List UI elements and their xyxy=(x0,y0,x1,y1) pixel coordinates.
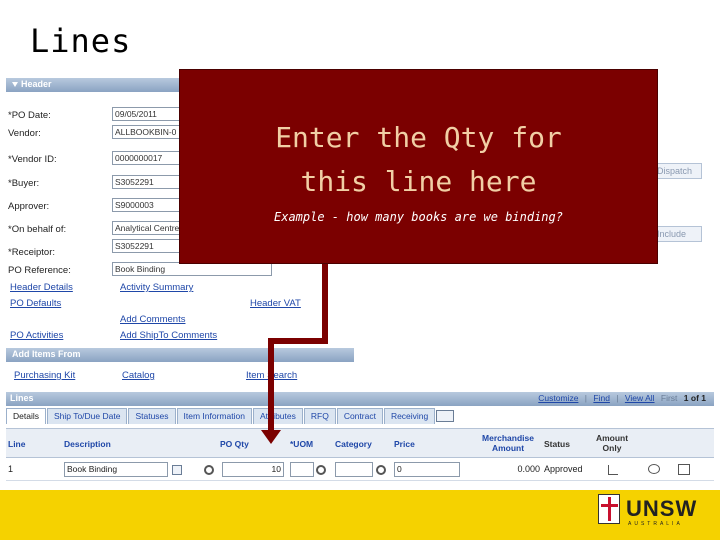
tab-item-information[interactable]: Item Information xyxy=(176,408,252,424)
nav-separator: | xyxy=(584,393,588,403)
line-number: 1 xyxy=(8,464,14,474)
tab-statuses[interactable]: Statuses xyxy=(128,408,176,424)
tab-attributes[interactable]: Attributes xyxy=(252,408,303,424)
search-icon[interactable] xyxy=(316,465,326,475)
lines-bar: Lines Customize | Find | View All First … xyxy=(6,392,714,406)
po-qty-field[interactable]: 10 xyxy=(222,462,284,477)
customize-link[interactable]: Customize xyxy=(538,393,578,403)
on-behalf-of-label: *On behalf of: xyxy=(8,224,67,235)
vendor-id-field[interactable]: 0000000017 xyxy=(112,151,182,165)
tab-ship-to-due-date[interactable]: Ship To/Due Date xyxy=(46,408,128,424)
comment-icon[interactable] xyxy=(648,464,660,474)
approver-label: Approver: xyxy=(8,201,50,212)
dispatch-button[interactable]: Dispatch xyxy=(652,163,702,179)
slide-title: Lines xyxy=(30,22,132,60)
vendor-label: Vendor: xyxy=(8,128,41,139)
callout-headline-line1: Enter the Qty for xyxy=(275,121,562,154)
vendor-id-label: *Vendor ID: xyxy=(8,154,57,165)
unsw-crest-icon xyxy=(598,494,620,524)
col-po-qty: PO Qty xyxy=(220,439,249,449)
price-field[interactable]: 0 xyxy=(394,462,460,477)
nav-separator: | xyxy=(616,393,619,403)
col-uom: *UOM xyxy=(290,439,314,449)
unsw-logo: UNSW AUSTRALIA xyxy=(598,494,708,534)
expand-description-icon[interactable] xyxy=(172,465,182,475)
tab-details[interactable]: Details xyxy=(6,408,46,424)
callout-example: Example - how many books are we binding? xyxy=(274,210,563,224)
collapse-triangle-icon[interactable] xyxy=(12,82,18,88)
amount-only-checkbox[interactable] xyxy=(608,465,618,475)
tab-rfq[interactable]: RFQ xyxy=(303,408,336,424)
lines-nav: Customize | Find | View All First 1 of 1 xyxy=(534,393,706,403)
lines-title: Lines xyxy=(10,393,34,403)
header-vat-link[interactable]: Header VAT xyxy=(250,298,301,309)
first-link[interactable]: First xyxy=(661,393,678,403)
po-date-label: *PO Date: xyxy=(8,110,51,121)
add-comments-link[interactable]: Add Comments xyxy=(120,314,185,325)
category-field[interactable] xyxy=(335,462,373,477)
uom-field[interactable] xyxy=(290,462,314,477)
catalog-link[interactable]: Catalog xyxy=(122,370,155,381)
callout-arrow-segment xyxy=(268,338,274,434)
item-lookup-icon[interactable] xyxy=(204,465,214,475)
po-reference-field[interactable]: Book Binding xyxy=(112,262,272,276)
search-icon[interactable] xyxy=(376,465,386,475)
callout-arrow-segment xyxy=(268,338,328,344)
add-items-title: Add Items From xyxy=(12,349,81,359)
col-amount-only: Amount Only xyxy=(595,433,629,453)
add-items-bar: Add Items From xyxy=(6,348,354,362)
lines-grid-header: Line Description PO Qty *UOM Category Pr… xyxy=(6,428,714,458)
view-all-link[interactable]: View All xyxy=(625,393,655,403)
header-details-link[interactable]: Header Details xyxy=(10,282,73,293)
buyer-label: *Buyer: xyxy=(8,178,40,189)
edit-schedule-icon[interactable] xyxy=(678,464,690,475)
header-section-title: Header xyxy=(21,79,52,89)
buyer-field[interactable]: S3052291 xyxy=(112,175,182,189)
callout-headline: Enter the Qty for this line here xyxy=(180,116,657,204)
callout-headline-line2: this line here xyxy=(300,165,537,198)
po-date-field[interactable]: 09/05/2011 xyxy=(112,107,182,121)
col-line: Line xyxy=(8,439,26,449)
po-defaults-link[interactable]: PO Defaults xyxy=(10,298,61,309)
col-merchandise-amount: Merchandise Amount xyxy=(482,433,534,453)
instruction-callout: Enter the Qty for this line here Example… xyxy=(179,69,658,264)
callout-arrow-head xyxy=(261,430,281,444)
po-activities-link[interactable]: PO Activities xyxy=(10,330,63,341)
receiptor-label: *Receiptor: xyxy=(8,247,55,258)
include-button[interactable]: Include xyxy=(652,226,702,242)
callout-arrow-segment xyxy=(322,264,328,344)
show-all-columns-icon[interactable] xyxy=(436,410,455,422)
col-description: Description xyxy=(64,439,111,449)
on-behalf-of-field[interactable]: Analytical Centre xyxy=(112,221,182,235)
row-count: 1 of 1 xyxy=(683,393,706,403)
col-status: Status xyxy=(544,439,570,449)
merchandise-amount-value: 0.000 xyxy=(517,464,540,474)
add-shipto-comments-link[interactable]: Add ShipTo Comments xyxy=(120,330,217,341)
find-link[interactable]: Find xyxy=(593,393,610,403)
col-price: Price xyxy=(394,439,415,449)
status-value: Approved xyxy=(544,464,583,474)
po-reference-label: PO Reference: xyxy=(8,265,71,276)
unsw-subtitle: AUSTRALIA xyxy=(628,521,683,527)
table-row: 1 Book Binding 10 0 0.000 Approved xyxy=(6,459,714,481)
activity-summary-link[interactable]: Activity Summary xyxy=(120,282,193,293)
receiptor-field[interactable]: S3052291 xyxy=(112,239,182,253)
lines-tabs: Details Ship To/Due Date Statuses Item I… xyxy=(6,408,714,424)
col-category: Category xyxy=(335,439,372,449)
unsw-wordmark: UNSW xyxy=(626,496,698,521)
vendor-field[interactable]: ALLBOOKBIN-0 xyxy=(112,125,182,139)
tab-contract[interactable]: Contract xyxy=(336,408,383,424)
purchasing-kit-link[interactable]: Purchasing Kit xyxy=(14,370,75,381)
approver-field[interactable]: S9000003 xyxy=(112,198,182,212)
description-field[interactable]: Book Binding xyxy=(64,462,168,477)
tab-receiving[interactable]: Receiving xyxy=(383,408,436,424)
